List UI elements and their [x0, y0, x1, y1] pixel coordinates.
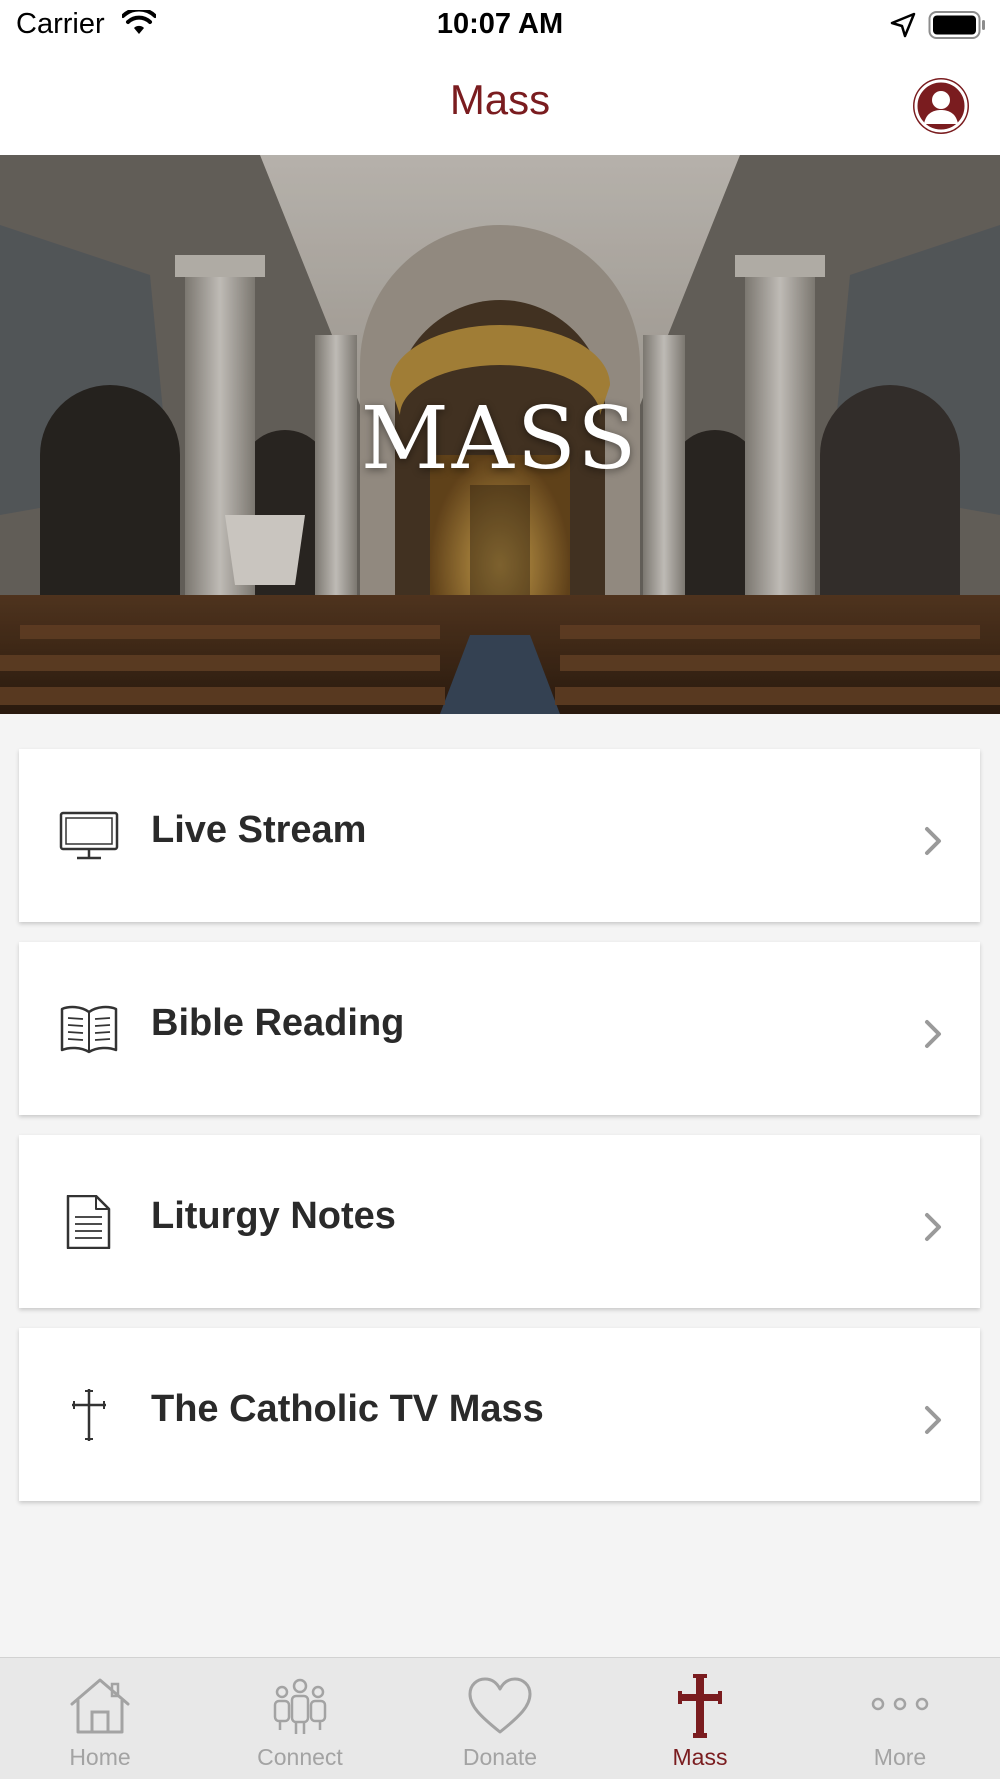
chevron-right-icon	[925, 1406, 941, 1434]
status-bar: Carrier 10:07 AM	[0, 0, 1000, 52]
live-stream-row[interactable]: Live Stream	[19, 749, 980, 922]
tab-connect[interactable]: Connect	[200, 1658, 400, 1779]
clock: 10:07 AM	[436, 8, 564, 40]
tab-home-label: Home	[69, 1744, 131, 1770]
chevron-right-icon	[925, 1020, 941, 1048]
liturgy-notes-row[interactable]: Liturgy Notes	[19, 1135, 980, 1308]
open-book-icon	[60, 1005, 118, 1054]
catholic-tv-mass-label: The Catholic TV Mass	[151, 1388, 544, 1430]
chevron-right-icon	[925, 1213, 941, 1241]
tab-more[interactable]: More	[800, 1658, 1000, 1779]
tab-connect-label: Connect	[257, 1744, 343, 1770]
tab-mass-label: Mass	[672, 1744, 728, 1770]
hero-banner: MASS	[0, 155, 1000, 714]
heart-icon	[468, 1677, 532, 1734]
tab-home[interactable]: Home	[0, 1658, 200, 1779]
hero-title: MASS	[360, 389, 640, 489]
tab-more-label: More	[873, 1744, 927, 1770]
people-icon	[273, 1678, 327, 1734]
tab-donate[interactable]: Donate	[400, 1658, 600, 1779]
cross-icon	[678, 1674, 722, 1738]
live-stream-label: Live Stream	[151, 809, 367, 851]
tab-bar: Home Connect Donate Mass More	[0, 1657, 1000, 1779]
document-icon	[66, 1195, 111, 1249]
navigation-bar: Mass	[0, 52, 1000, 155]
location-arrow-icon	[890, 12, 916, 43]
bible-reading-row[interactable]: Bible Reading	[19, 942, 980, 1115]
page-title: Mass	[449, 76, 551, 123]
user-avatar-icon	[914, 79, 968, 133]
tab-donate-label: Donate	[462, 1744, 538, 1770]
bible-reading-label: Bible Reading	[151, 1002, 405, 1044]
catholic-tv-mass-row[interactable]: The Catholic TV Mass	[19, 1328, 980, 1501]
battery-icon	[928, 10, 986, 45]
house-icon	[70, 1678, 130, 1734]
ellipsis-icon	[871, 1697, 929, 1711]
cross-icon	[72, 1389, 106, 1441]
liturgy-notes-label: Liturgy Notes	[151, 1195, 396, 1237]
profile-button[interactable]	[913, 78, 969, 134]
chevron-right-icon	[925, 827, 941, 855]
tab-mass[interactable]: Mass	[600, 1658, 800, 1779]
monitor-icon	[59, 811, 119, 860]
